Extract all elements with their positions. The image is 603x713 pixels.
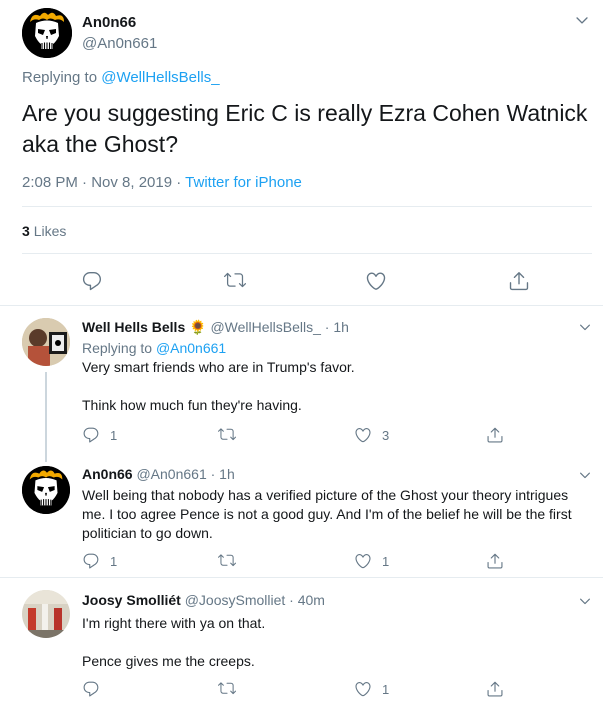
like-icon <box>354 680 372 698</box>
reply-text: Very smart friends who are in Trump's fa… <box>82 359 355 413</box>
reply-action[interactable]: 1 <box>82 552 117 570</box>
replying-to-link[interactable]: @WellHellsBells_ <box>101 69 219 86</box>
like-action[interactable]: 3 <box>354 426 389 444</box>
reply-action[interactable]: 1 <box>82 426 117 444</box>
share-icon <box>486 552 504 570</box>
reply-header: Well Hells Bells 🌻 @WellHellsBells_ · 1h <box>82 319 349 336</box>
reply-count: 1 <box>110 427 118 443</box>
avatar[interactable] <box>22 318 70 366</box>
retweet-action[interactable] <box>218 426 246 444</box>
chevron-down-icon[interactable] <box>578 320 592 334</box>
user-photo-icon <box>22 590 70 638</box>
avatar[interactable] <box>22 466 70 514</box>
replying-to-link[interactable]: @An0n661 <box>156 340 226 356</box>
reply-icon <box>82 680 100 698</box>
chevron-down-icon[interactable] <box>578 468 592 482</box>
reply-icon[interactable] <box>81 270 103 292</box>
reply-header: Joosy Smolliét @JoosySmolliet · 40m <box>82 592 325 608</box>
reply-action[interactable] <box>82 680 110 698</box>
author-name[interactable]: Joosy Smolliét <box>82 592 181 608</box>
tweet-meta: 2:08 PM · Nov 8, 2019 · Twitter for iPho… <box>22 174 302 191</box>
reply-text: Well being that nobody has a verified pi… <box>82 487 572 541</box>
divider <box>22 206 592 207</box>
reply-header: An0n66 @An0n661 · 1h <box>82 466 235 482</box>
share-action[interactable] <box>486 680 514 698</box>
reply-tweet: An0n66 @An0n661 · 1h Well being that nob… <box>0 456 603 578</box>
like-icon[interactable] <box>365 270 387 292</box>
reply-tweet: Joosy Smolliét @JoosySmolliet · 40m I'm … <box>0 578 603 713</box>
tweet-timestamp[interactable]: 2:08 PM · Nov 8, 2019 · <box>22 174 181 191</box>
retweet-icon <box>218 552 236 570</box>
reply-text: I'm right there with ya on that. Pence g… <box>82 615 266 669</box>
author-name[interactable]: Well Hells Bells <box>82 319 185 335</box>
share-action[interactable] <box>486 426 514 444</box>
replying-to: Replying to @WellHellsBells_ <box>22 69 220 86</box>
replying-prefix: Replying to <box>82 340 153 356</box>
retweet-action[interactable] <box>218 552 246 570</box>
avatar[interactable] <box>22 590 70 638</box>
chevron-down-icon[interactable] <box>574 12 590 28</box>
like-icon <box>354 552 372 570</box>
author-handle[interactable]: @An0n661 · 1h <box>136 466 234 482</box>
tweet-text: Are you suggesting Eric C is really Ezra… <box>22 100 588 157</box>
share-icon[interactable] <box>508 270 530 292</box>
likes-label: Likes <box>33 223 67 239</box>
divider <box>22 253 592 254</box>
like-count: 1 <box>382 681 390 697</box>
user-photo-icon <box>22 318 70 366</box>
reply-count: 1 <box>110 553 118 569</box>
likes-count: 3 <box>22 223 30 239</box>
retweet-action[interactable] <box>218 680 246 698</box>
reply-tweet: Well Hells Bells 🌻 @WellHellsBells_ · 1h… <box>0 306 603 462</box>
replying-to: Replying to @An0n661 <box>82 340 226 356</box>
retweet-icon <box>218 426 236 444</box>
chevron-down-icon[interactable] <box>578 594 592 608</box>
author-handle[interactable]: @An0n661 <box>82 35 157 52</box>
thread-line <box>45 372 47 462</box>
punisher-skull-avatar-icon <box>22 8 72 58</box>
reply-icon <box>82 552 100 570</box>
reply-icon <box>82 426 100 444</box>
author-name[interactable]: An0n66 <box>82 14 136 31</box>
like-action[interactable]: 1 <box>354 552 389 570</box>
punisher-skull-avatar-icon <box>22 466 70 514</box>
tweet-source[interactable]: Twitter for iPhone <box>185 174 302 191</box>
author-name[interactable]: An0n66 <box>82 466 133 482</box>
like-action[interactable]: 1 <box>354 680 389 698</box>
share-icon <box>486 680 504 698</box>
author-handle[interactable]: @JoosySmolliet · 40m <box>185 592 325 608</box>
author-handle[interactable]: @WellHellsBells_ · 1h <box>210 319 348 335</box>
replying-prefix: Replying to <box>22 69 98 86</box>
likes-summary[interactable]: 3 Likes <box>22 223 66 239</box>
like-icon <box>354 426 372 444</box>
avatar[interactable] <box>22 8 72 58</box>
like-count: 3 <box>382 427 390 443</box>
share-action[interactable] <box>486 552 514 570</box>
like-count: 1 <box>382 553 390 569</box>
retweet-icon[interactable] <box>224 270 246 292</box>
retweet-icon <box>218 680 236 698</box>
main-tweet: An0n66 @An0n661 Replying to @WellHellsBe… <box>0 0 603 306</box>
share-icon <box>486 426 504 444</box>
sunflower-emoji: 🌻 <box>189 319 207 335</box>
